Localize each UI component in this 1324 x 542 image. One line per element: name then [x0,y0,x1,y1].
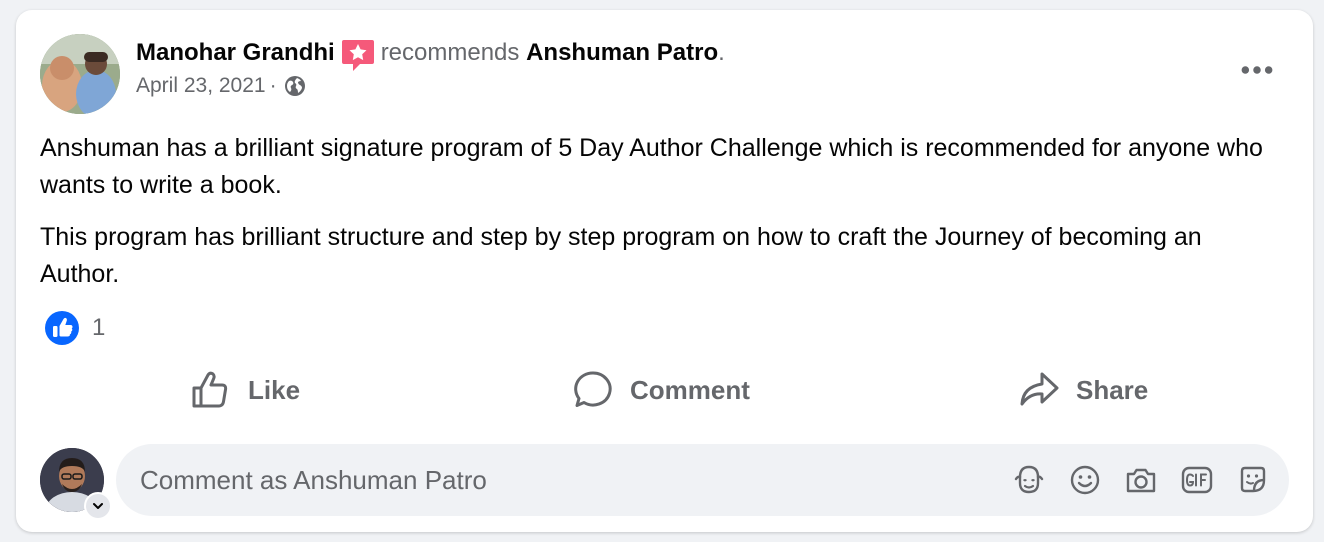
share-label: Share [1076,374,1149,405]
avatar-sticker-button[interactable] [1011,462,1047,498]
recommended-page-link[interactable]: Anshuman Patro [526,37,718,69]
chevron-down-icon [93,503,103,509]
post-header: Manohar Grandhi recommends Anshuman Patr… [40,34,1289,114]
more-horizontal-icon [1241,66,1273,74]
like-button[interactable]: Like [190,362,300,418]
comment-box [116,444,1289,516]
profile-switch-button[interactable] [84,492,112,520]
more-options-button[interactable] [1235,56,1279,84]
thumbs-up-icon [192,371,228,408]
like-reaction-icon [45,311,79,345]
like-label: Like [248,374,301,405]
comment-composer [40,444,1289,520]
reaction-count: 1 [92,314,106,341]
share-button[interactable]: Share [1018,362,1148,418]
author-avatar[interactable] [40,34,120,114]
comment-button[interactable]: Comment [572,362,750,418]
gif-button[interactable] [1179,462,1215,498]
action-bar: Like Comment Share [16,362,1313,418]
title-period: . [718,39,725,66]
comment-input[interactable] [116,449,991,511]
comment-bubble-icon [574,371,612,407]
share-arrow-icon [1020,372,1059,406]
post-body: Anshuman has a brilliant signature progr… [40,130,1280,308]
post-date[interactable]: April 23, 2021 [136,74,266,98]
composer-tools [991,462,1271,498]
post-card: Manohar Grandhi recommends Anshuman Patr… [16,10,1313,532]
author-name[interactable]: Manohar Grandhi [136,37,335,69]
sticker-button[interactable] [1235,462,1271,498]
recommends-text: recommends [380,39,520,66]
camera-button[interactable] [1123,462,1159,498]
camera-icon [1126,468,1156,493]
date-separator: · [269,74,277,97]
gif-icon [1181,466,1213,494]
globe-icon[interactable] [283,74,307,98]
emoji-button[interactable] [1067,462,1103,498]
emoji-icon [1070,465,1100,495]
sticker-icon [1240,466,1266,493]
post-paragraph: This program has brilliant structure and… [40,223,1202,288]
comment-label: Comment [630,374,750,405]
avatar-sticker-icon [1014,465,1044,494]
recommend-badge-icon [341,38,375,72]
reaction-summary[interactable]: 1 [44,310,105,346]
post-paragraph: Anshuman has a brilliant signature progr… [40,134,1263,199]
